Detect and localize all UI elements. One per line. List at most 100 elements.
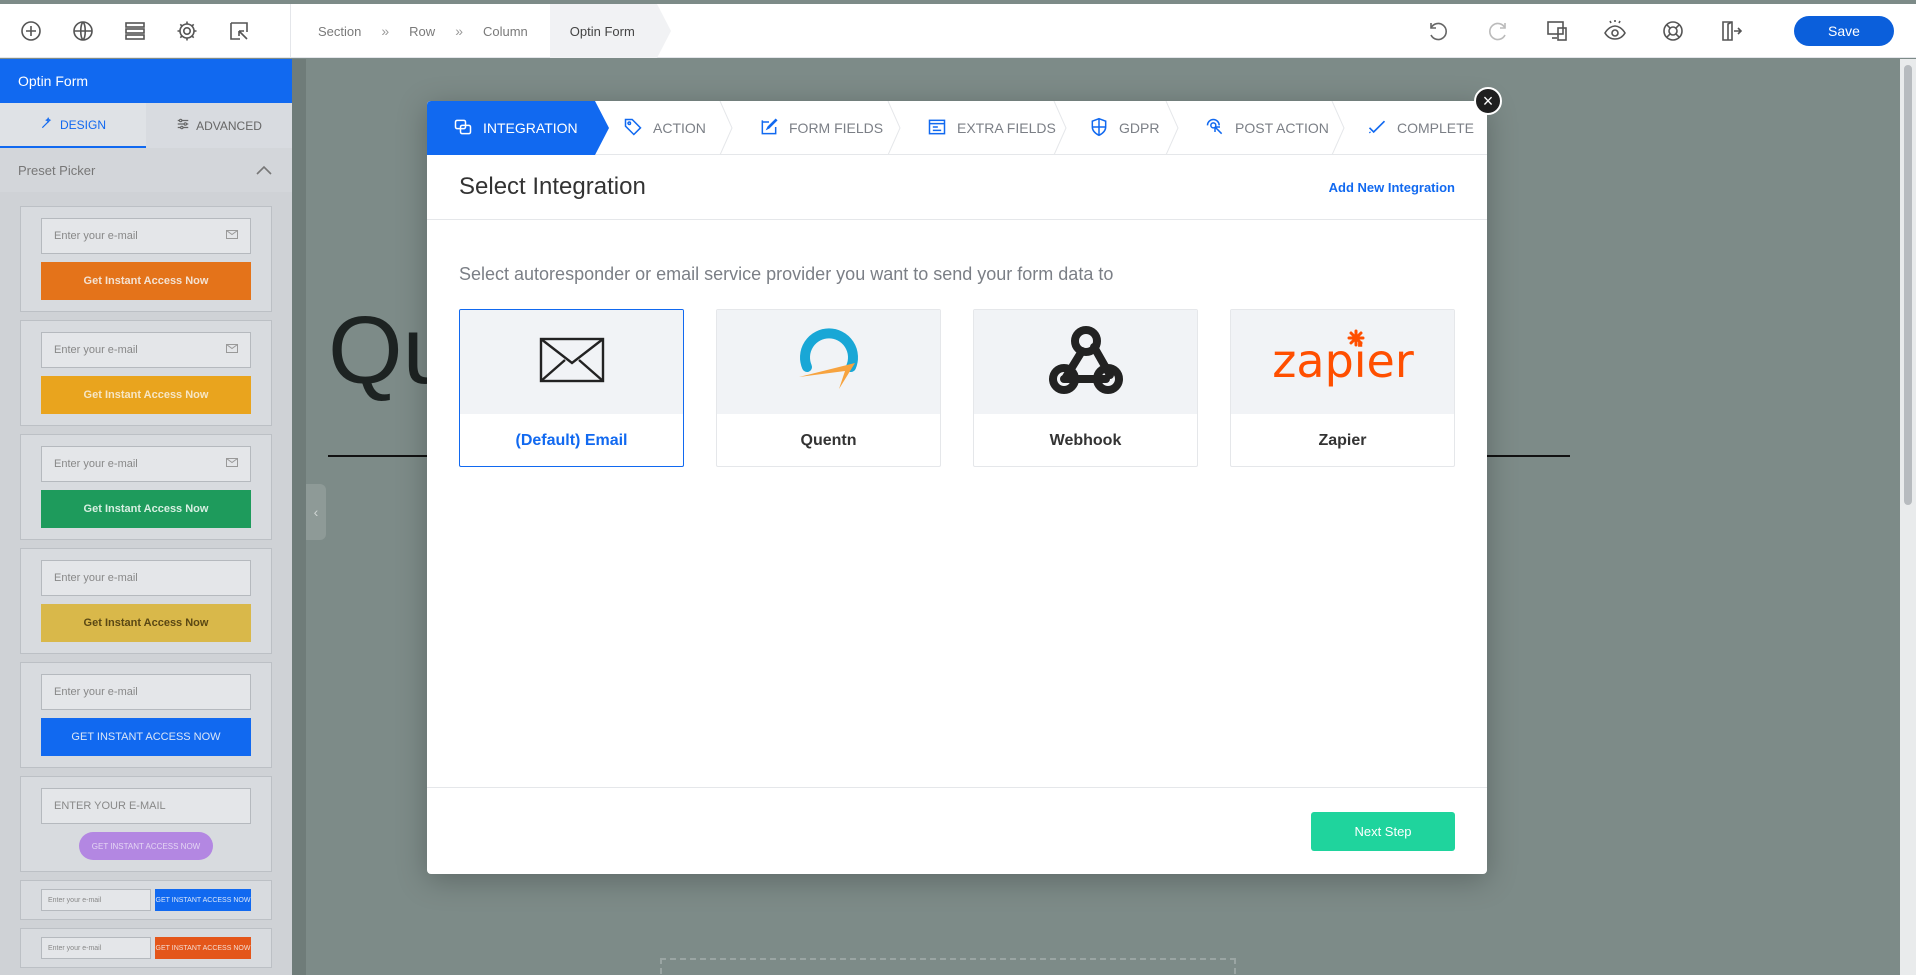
step-chevron [887, 101, 901, 155]
page-scrollbar[interactable] [1900, 59, 1916, 975]
step-label: INTEGRATION [483, 120, 578, 136]
integration-cards: (Default) Email Quentn Webhook zapier Za… [459, 309, 1455, 467]
responsive-icon[interactable] [1544, 18, 1570, 44]
preset-email-input: Enter your e-mail [41, 218, 251, 254]
integration-card-email[interactable]: (Default) Email [459, 309, 684, 467]
preset-cta-button: Get Instant Access Now [41, 490, 251, 528]
preset-placeholder: Enter your e-mail [54, 686, 138, 698]
undo-icon[interactable] [1424, 18, 1450, 44]
preset-picker-header[interactable]: Preset Picker [0, 148, 292, 192]
add-circle-icon[interactable] [18, 18, 44, 44]
modal-title: Select Integration [459, 173, 646, 200]
card-image [460, 310, 683, 414]
step-form-fields[interactable]: FORM FIELDS [733, 101, 901, 155]
check-icon [1367, 117, 1387, 140]
preset-email-input: ENTER YOUR E-MAIL [41, 788, 251, 824]
preset-item[interactable]: Enter your e-mail GET INSTANT ACCESS NOW [20, 928, 272, 968]
integration-card-zapier[interactable]: zapier Zapier [1230, 309, 1455, 467]
card-image: zapier [1231, 310, 1454, 414]
wizard-steps: INTEGRATION ACTION FORM FIELDS EXTRA FIE… [427, 101, 1487, 155]
add-new-integration-link[interactable]: Add New Integration [1329, 180, 1455, 195]
scrollbar-thumb[interactable] [1904, 65, 1912, 505]
preset-item[interactable]: Enter your e-mail Get Instant Access Now [20, 548, 272, 654]
breadcrumb-item[interactable]: Section [312, 24, 367, 39]
breadcrumb-separator: » [455, 23, 463, 39]
chevron-left-icon: ‹ [313, 504, 319, 520]
sliders-icon [176, 117, 190, 134]
save-button[interactable]: Save [1794, 16, 1894, 46]
globe-icon[interactable] [70, 18, 96, 44]
preset-email-input: Enter your e-mail [41, 332, 251, 368]
preset-item[interactable]: Enter your e-mail Get Instant Access Now [20, 434, 272, 540]
tab-label: DESIGN [59, 117, 106, 132]
help-lifebuoy-icon[interactable] [1660, 18, 1686, 44]
breadcrumb-item[interactable]: Row [403, 24, 441, 39]
card-label: Zapier [1318, 432, 1367, 449]
integration-card-quentn[interactable]: Quentn [716, 309, 941, 467]
sidebar-title: Optin Form [0, 59, 292, 103]
gear-icon[interactable] [174, 18, 200, 44]
tab-label: ADVANCED [196, 118, 262, 133]
close-icon[interactable]: × [1474, 87, 1502, 115]
card-image [974, 310, 1197, 414]
preset-cta-button: Get Instant Access Now [41, 604, 251, 642]
step-complete[interactable]: COMPLETE [1345, 101, 1487, 155]
step-label: ACTION [653, 120, 706, 136]
cursor-select-icon[interactable] [226, 18, 252, 44]
tab-design[interactable]: DESIGN [0, 103, 146, 148]
section-label: Preset Picker [18, 162, 96, 178]
chevron-up-icon [256, 163, 272, 178]
redo-icon[interactable] [1486, 18, 1512, 44]
preset-placeholder: Enter your e-mail [54, 230, 138, 242]
preset-cta-button: GET INSTANT ACCESS NOW [41, 718, 251, 756]
modal-body: Select autoresponder or email service pr… [427, 220, 1487, 791]
preset-inline-row: Enter your e-mail GET INSTANT ACCESS NOW [41, 889, 251, 911]
breadcrumb-separator: » [381, 23, 390, 39]
step-label: COMPLETE [1397, 120, 1475, 136]
sidebar-scrollbar[interactable] [292, 59, 306, 975]
preset-item[interactable]: Enter your e-mail GET INSTANT ACCESS NOW [20, 662, 272, 768]
preset-placeholder: Enter your e-mail [54, 572, 138, 584]
preset-item[interactable]: Enter your e-mail Get Instant Access Now [20, 206, 272, 312]
preset-placeholder: Enter your e-mail [48, 944, 102, 952]
preset-cta-button: Get Instant Access Now [41, 376, 251, 414]
top-toolbar: Section » Row » Column Optin Form Save [0, 4, 1916, 58]
preset-cta-button: GET INSTANT ACCESS NOW [155, 889, 251, 911]
exit-icon[interactable] [1718, 18, 1744, 44]
step-action[interactable]: ACTION [595, 101, 733, 155]
drop-zone[interactable] [660, 958, 1236, 974]
click-icon [1205, 117, 1225, 140]
step-gdpr[interactable]: GDPR [1067, 101, 1179, 155]
preset-placeholder: ENTER YOUR E-MAIL [54, 800, 166, 812]
next-step-button[interactable]: Next Step [1311, 812, 1455, 851]
preset-item[interactable]: Enter your e-mail Get Instant Access Now [20, 320, 272, 426]
breadcrumb-item[interactable]: Column [477, 24, 534, 39]
step-post-action[interactable]: POST ACTION [1179, 101, 1345, 155]
webhook-icon [1048, 325, 1124, 400]
preset-placeholder: Enter your e-mail [54, 458, 138, 470]
step-label: POST ACTION [1235, 120, 1329, 136]
sidebar-collapse-handle[interactable]: ‹ [306, 484, 326, 540]
preset-cta-button: Get Instant Access Now [41, 262, 251, 300]
preset-cta-button: GET INSTANT ACCESS NOW [155, 937, 251, 959]
preset-email-input: Enter your e-mail [41, 889, 151, 911]
toolbar-right: Save [1392, 4, 1894, 58]
card-label: Webhook [1049, 432, 1122, 449]
step-integration[interactable]: INTEGRATION [427, 101, 609, 155]
preset-placeholder: Enter your e-mail [54, 344, 138, 356]
form-icon [927, 117, 947, 140]
step-chevron [1053, 101, 1067, 155]
breadcrumb: Section » Row » Column Optin Form [312, 4, 671, 58]
preset-cta-button: GET INSTANT ACCESS NOW [79, 832, 213, 860]
card-image [717, 310, 940, 414]
preview-eye-icon[interactable] [1602, 18, 1628, 44]
tab-advanced[interactable]: ADVANCED [146, 103, 292, 148]
integration-icon [453, 117, 473, 140]
zapier-logo: zapier [1268, 325, 1418, 400]
preset-email-input: Enter your e-mail [41, 937, 151, 959]
step-extra-fields[interactable]: EXTRA FIELDS [901, 101, 1067, 155]
preset-item[interactable]: ENTER YOUR E-MAIL GET INSTANT ACCESS NOW [20, 776, 272, 872]
integration-card-webhook[interactable]: Webhook [973, 309, 1198, 467]
layers-icon[interactable] [122, 18, 148, 44]
preset-item[interactable]: Enter your e-mail GET INSTANT ACCESS NOW [20, 880, 272, 920]
